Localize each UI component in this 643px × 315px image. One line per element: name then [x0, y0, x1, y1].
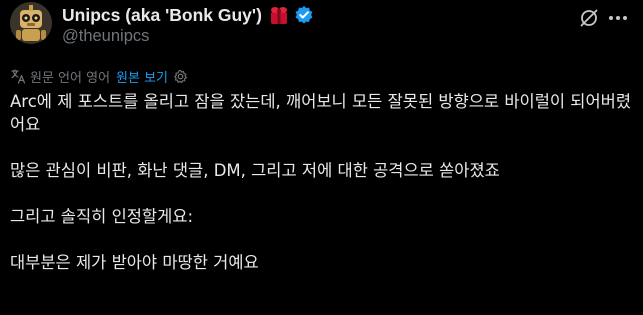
translate-icon: [10, 68, 26, 84]
post-paragraph: 대부분은 제가 받아야 마땅한 거예요: [10, 253, 259, 272]
grok-icon[interactable]: [578, 7, 600, 29]
post-paragraph: 많은 관심이 비판, 화난 댓글, DM, 그리고 저에 대한 공격으로 쏟아졌…: [10, 161, 500, 180]
show-original-link[interactable]: 원본 보기: [116, 67, 168, 86]
verified-badge-icon[interactable]: [294, 5, 314, 25]
avatar[interactable]: [10, 2, 52, 44]
more-options-icon[interactable]: [606, 8, 630, 28]
display-name[interactable]: Unipcs (aka 'Bonk Guy'): [62, 5, 262, 26]
translation-bar: 원문 언어 영어 원본 보기: [10, 66, 188, 86]
robot-dog-avatar-image: [10, 2, 52, 44]
author-handle[interactable]: @theunipcs: [62, 27, 149, 46]
post-body: Arc에 제 포스트를 올리고 잠을 잤는데, 깨어보니 모든 잘못된 방향으로…: [10, 90, 635, 274]
post-paragraph: Arc에 제 포스트를 올리고 잠을 잤는데, 깨어보니 모든 잘못된 방향으로…: [10, 92, 632, 134]
author-name-row[interactable]: Unipcs (aka 'Bonk Guy'): [62, 3, 314, 27]
red-gift-bow-icon: [268, 5, 290, 25]
translation-source-language: 원문 언어 영어: [30, 70, 111, 86]
post-paragraph: 그리고 솔직히 인정할게요:: [10, 207, 194, 226]
settings-gear-icon[interactable]: [173, 69, 188, 84]
